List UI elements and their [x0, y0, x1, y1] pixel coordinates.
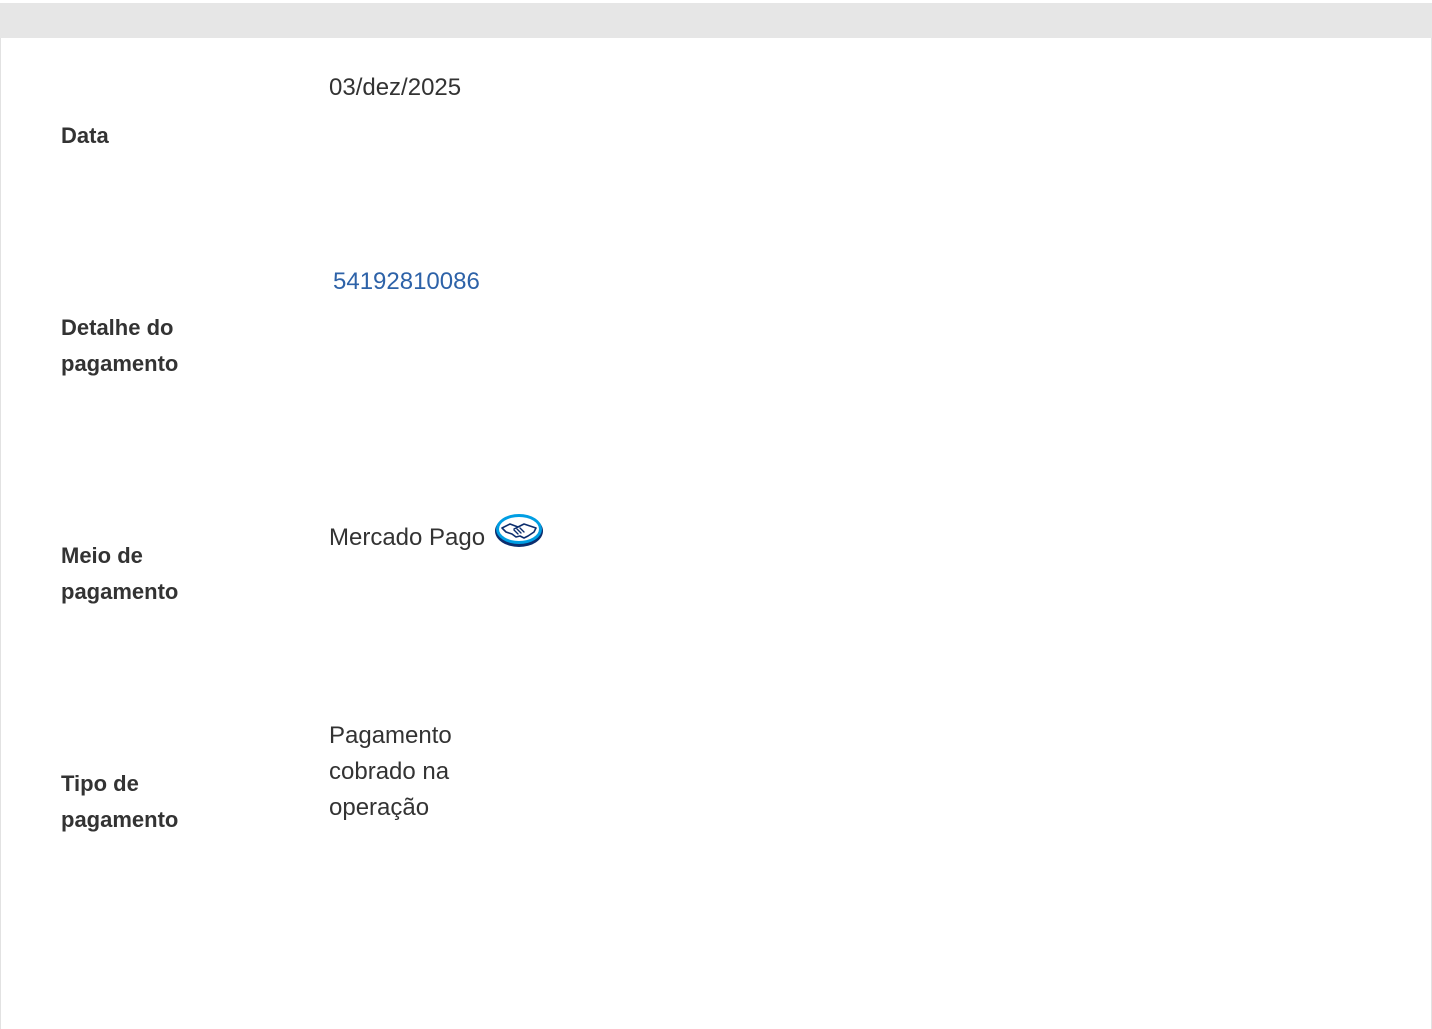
- mercado-pago-handshake-icon: [494, 512, 544, 559]
- date-value: 03/dez/2025: [329, 74, 462, 101]
- payment-detail-label: Detalhe do pagamento: [61, 315, 179, 376]
- top-bar: [0, 0, 1432, 38]
- payment-method-label: Meio de pagamento: [61, 543, 179, 604]
- payment-type-label: Tipo de pagamento: [61, 771, 179, 832]
- payment-method-value: Mercado Pago: [329, 514, 544, 559]
- payment-details-panel: Data 03/dez/2025 Detalhe do pagamento 54…: [0, 38, 1432, 1029]
- payment-type-value: Pagamento cobrado na operação: [329, 722, 452, 821]
- payment-detail-link[interactable]: 54192810086: [333, 264, 480, 300]
- payment-method-text: Mercado Pago: [329, 523, 486, 551]
- date-label: Data: [61, 123, 109, 148]
